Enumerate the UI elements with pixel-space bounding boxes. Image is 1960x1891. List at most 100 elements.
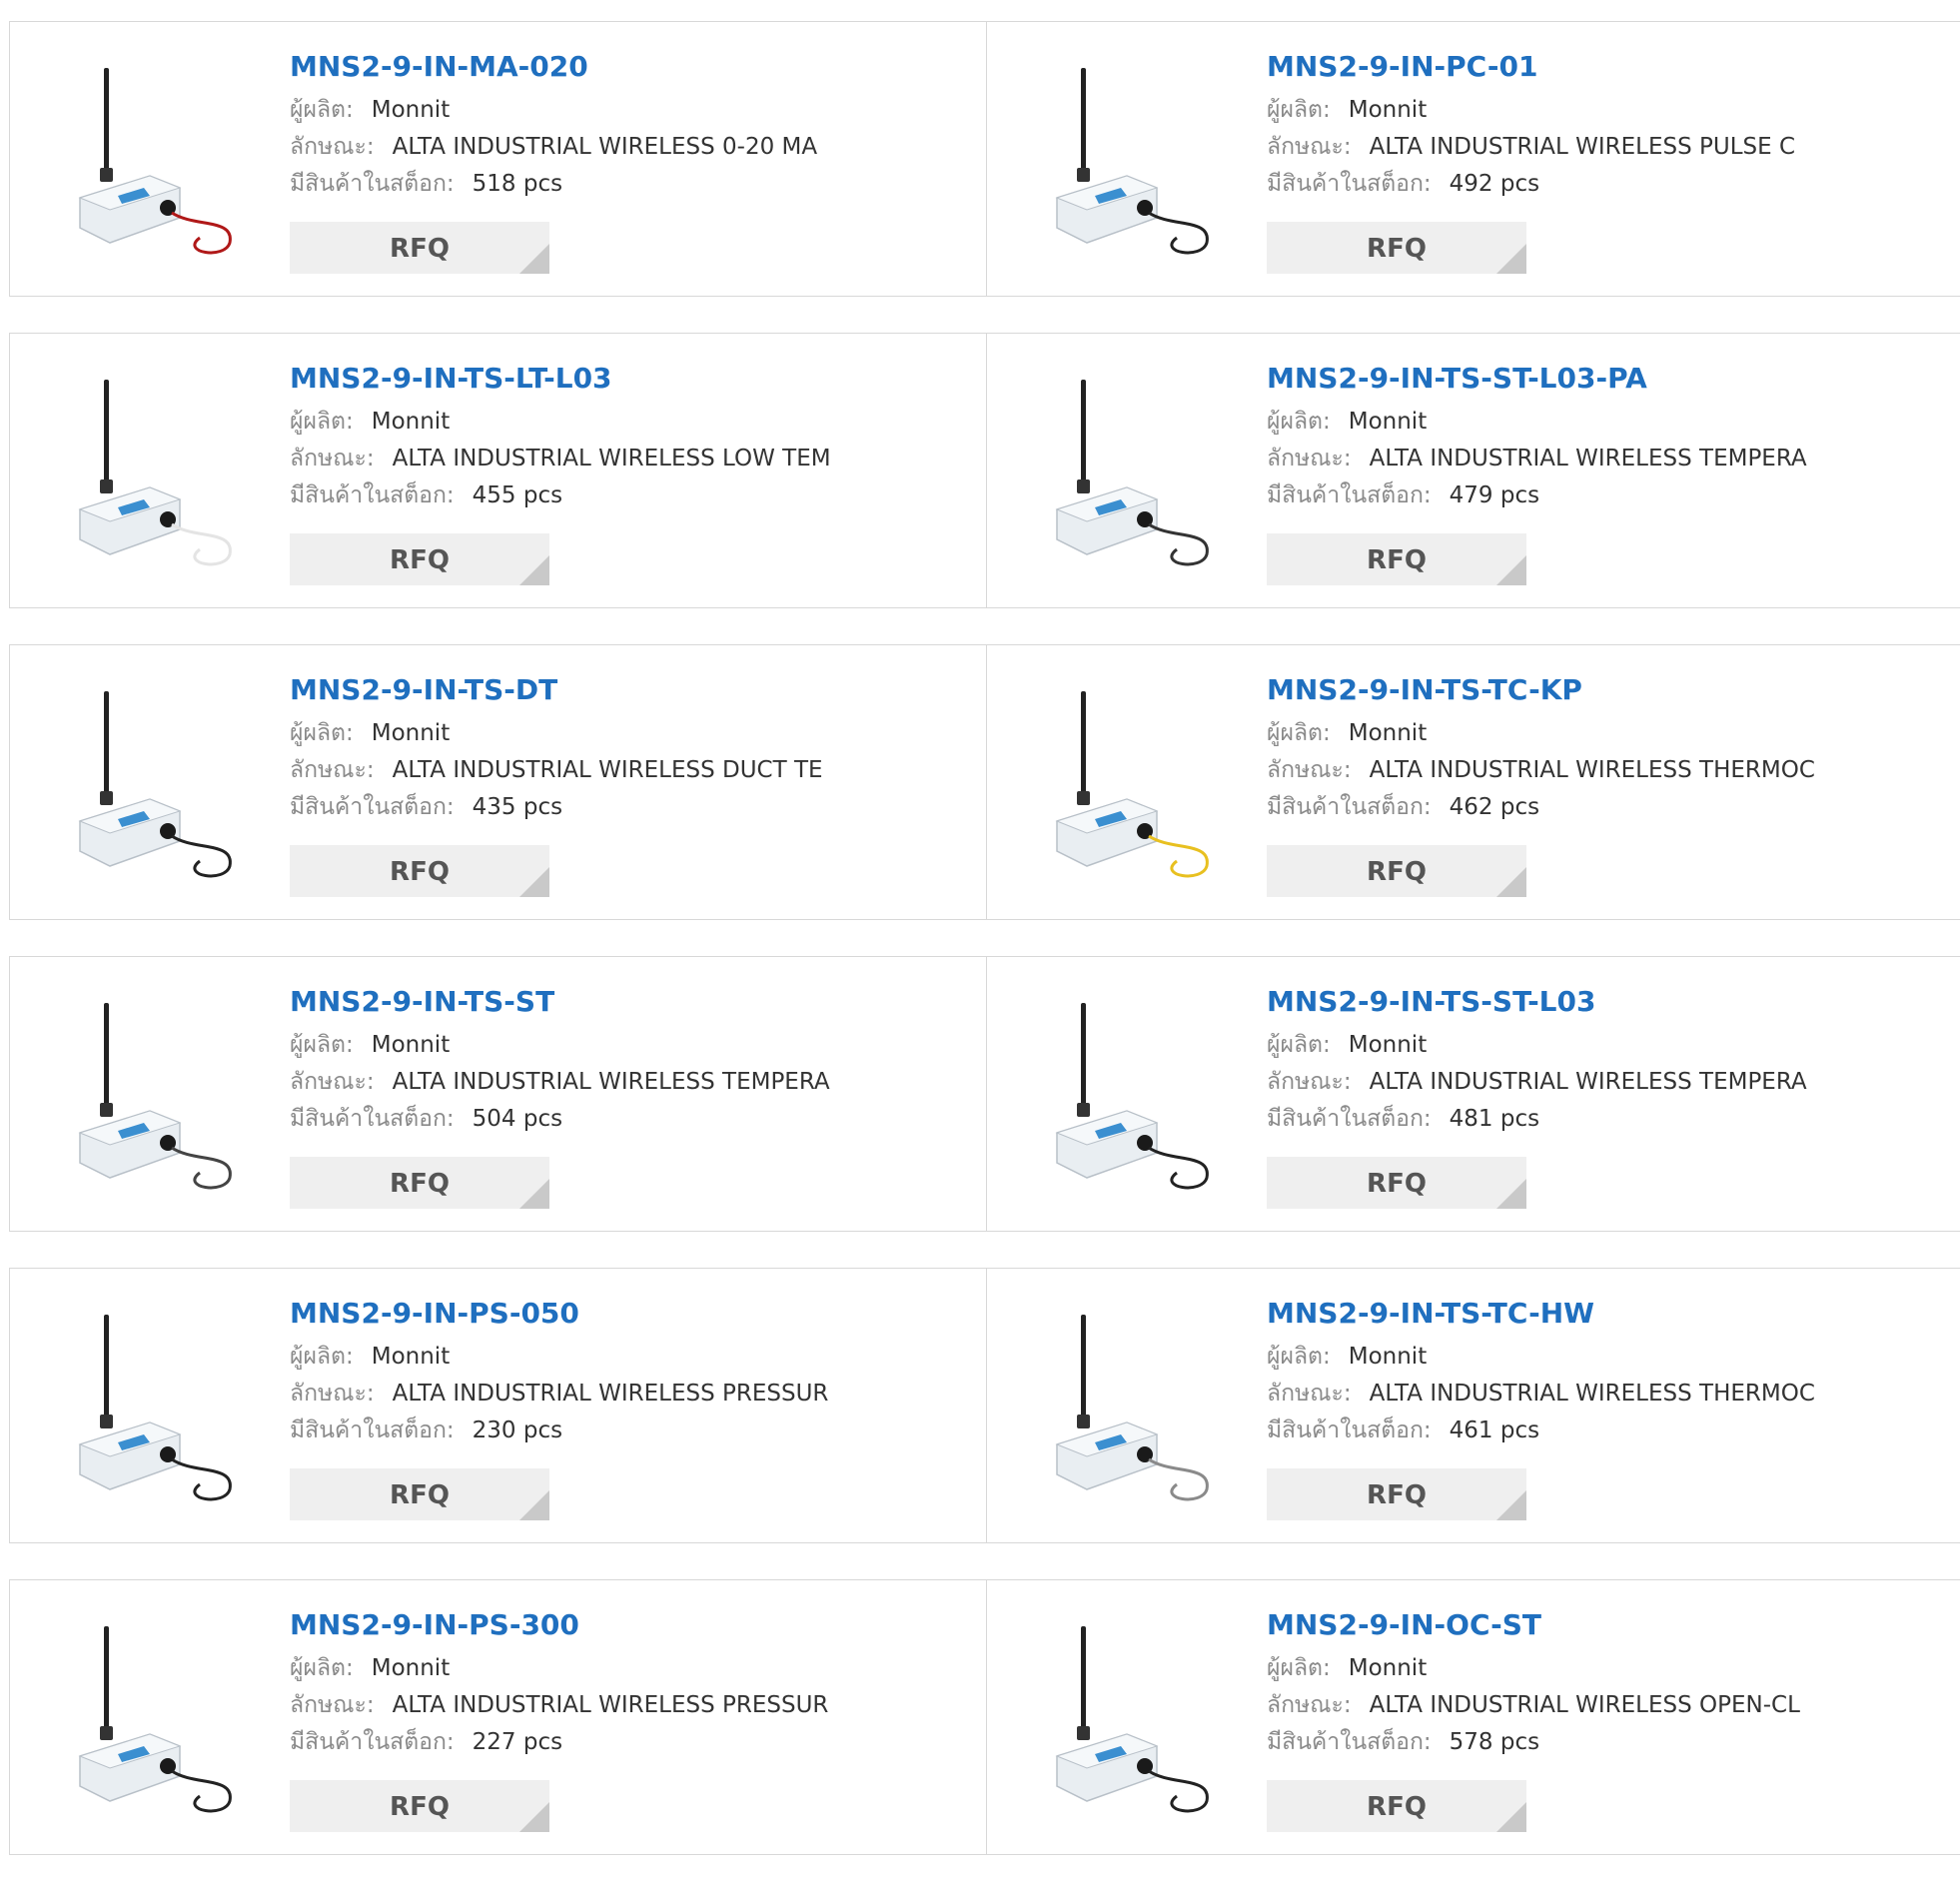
rfq-button[interactable]: RFQ bbox=[290, 1468, 549, 1520]
product-card: MNS2-9-IN-PC-01 ผู้ผลิต: Monnit ลักษณะ: AL… bbox=[987, 22, 1960, 296]
product-image[interactable] bbox=[1037, 671, 1233, 891]
product-card: MNS2-9-IN-PS-050 ผู้ผลิต: Monnit ลักษณะ: A… bbox=[10, 1269, 987, 1542]
product-info: MNS2-9-IN-PS-050 ผู้ผลิต: Monnit ลักษณะ: A… bbox=[290, 1297, 828, 1449]
rfq-label: RFQ bbox=[1367, 234, 1427, 264]
part-number-link[interactable]: MNS2-9-IN-TS-ST bbox=[290, 985, 830, 1019]
product-card: MNS2-9-IN-PS-300 ผู้ผลิต: Monnit ลักษณะ: A… bbox=[10, 1580, 987, 1854]
stock-value: 455 pcs bbox=[472, 482, 563, 508]
manufacturer-line: ผู้ผลิต: Monnit bbox=[290, 1339, 828, 1376]
rfq-button[interactable]: RFQ bbox=[290, 1780, 549, 1832]
product-image[interactable] bbox=[60, 1606, 256, 1826]
manufacturer-value: Monnit bbox=[1348, 1032, 1428, 1058]
rfq-button[interactable]: RFQ bbox=[1267, 533, 1526, 585]
product-image[interactable] bbox=[1037, 48, 1233, 268]
product-card: MNS2-9-IN-MA-020 ผู้ผลิต: Monnit ลักษณะ: A… bbox=[10, 22, 987, 296]
description-value: ALTA INDUSTRIAL WIRELESS TEMPERA bbox=[1369, 446, 1807, 472]
button-corner-decoration bbox=[1496, 1802, 1526, 1832]
product-image[interactable] bbox=[60, 1295, 256, 1514]
product-card: MNS2-9-IN-TS-TC-HW ผู้ผลิต: Monnit ลักษณะ… bbox=[987, 1269, 1960, 1542]
product-image[interactable] bbox=[60, 360, 256, 579]
stock-label: มีสินค้าในสต็อก: bbox=[1267, 1418, 1432, 1443]
manufacturer-value: Monnit bbox=[1348, 97, 1428, 123]
product-image[interactable] bbox=[60, 983, 256, 1203]
stock-label: มีสินค้าในสต็อก: bbox=[290, 482, 455, 508]
rfq-button[interactable]: RFQ bbox=[290, 533, 549, 585]
product-card: MNS2-9-IN-TS-DT ผู้ผลิต: Monnit ลักษณะ: AL… bbox=[10, 645, 987, 919]
rfq-label: RFQ bbox=[1367, 545, 1427, 575]
product-image[interactable] bbox=[1037, 360, 1233, 579]
description-value: ALTA INDUSTRIAL WIRELESS TEMPERA bbox=[392, 1069, 830, 1095]
product-info: MNS2-9-IN-TS-ST-L03-PA ผู้ผลิต: Monnit ลั… bbox=[1267, 362, 1807, 514]
rfq-label: RFQ bbox=[1367, 1480, 1427, 1510]
description-value: ALTA INDUSTRIAL WIRELESS THERMOC bbox=[1369, 757, 1815, 783]
part-number-link[interactable]: MNS2-9-IN-TS-LT-L03 bbox=[290, 362, 831, 396]
product-info: MNS2-9-IN-TS-ST-L03 ผู้ผลิต: Monnit ลักษณ… bbox=[1267, 985, 1807, 1138]
manufacturer-line: ผู้ผลิต: Monnit bbox=[1267, 715, 1815, 752]
stock-line: มีสินค้าในสต็อก: 227 pcs bbox=[290, 1724, 828, 1761]
stock-label: มีสินค้าในสต็อก: bbox=[1267, 171, 1432, 197]
product-card: MNS2-9-IN-TS-ST ผู้ผลิต: Monnit ลักษณะ: AL… bbox=[10, 957, 987, 1231]
rfq-button[interactable]: RFQ bbox=[1267, 1780, 1526, 1832]
rfq-button[interactable]: RFQ bbox=[290, 845, 549, 897]
product-image[interactable] bbox=[1037, 1295, 1233, 1514]
product-info: MNS2-9-IN-TS-ST ผู้ผลิต: Monnit ลักษณะ: AL… bbox=[290, 985, 830, 1138]
manufacturer-value: Monnit bbox=[1348, 1344, 1428, 1370]
rfq-button[interactable]: RFQ bbox=[1267, 1157, 1526, 1209]
part-number-link[interactable]: MNS2-9-IN-OC-ST bbox=[1267, 1608, 1800, 1642]
description-line: ลักษณะ: ALTA INDUSTRIAL WIRELESS LOW TEM bbox=[290, 441, 831, 477]
description-label: ลักษณะ: bbox=[290, 446, 375, 472]
product-info: MNS2-9-IN-PC-01 ผู้ผลิต: Monnit ลักษณะ: AL… bbox=[1267, 50, 1795, 203]
rfq-label: RFQ bbox=[390, 1480, 450, 1510]
part-number-link[interactable]: MNS2-9-IN-TS-ST-L03-PA bbox=[1267, 362, 1807, 396]
manufacturer-value: Monnit bbox=[1348, 720, 1428, 746]
stock-line: มีสินค้าในสต็อก: 455 pcs bbox=[290, 477, 831, 514]
rfq-button[interactable]: RFQ bbox=[290, 1157, 549, 1209]
part-number-link[interactable]: MNS2-9-IN-TS-TC-KP bbox=[1267, 673, 1815, 707]
product-image[interactable] bbox=[1037, 983, 1233, 1203]
stock-label: มีสินค้าในสต็อก: bbox=[1267, 482, 1432, 508]
manufacturer-label: ผู้ผลิต: bbox=[1267, 1032, 1331, 1058]
stock-value: 578 pcs bbox=[1449, 1729, 1540, 1755]
manufacturer-line: ผู้ผลิต: Monnit bbox=[290, 92, 817, 129]
stock-line: มีสินค้าในสต็อก: 435 pcs bbox=[290, 789, 823, 826]
stock-label: มีสินค้าในสต็อก: bbox=[290, 794, 455, 820]
product-image[interactable] bbox=[1037, 1606, 1233, 1826]
product-image[interactable] bbox=[60, 671, 256, 891]
stock-label: มีสินค้าในสต็อก: bbox=[290, 1729, 455, 1755]
part-number-link[interactable]: MNS2-9-IN-TS-ST-L03 bbox=[1267, 985, 1807, 1019]
description-line: ลักษณะ: ALTA INDUSTRIAL WIRELESS TEMPERA bbox=[1267, 1064, 1807, 1101]
manufacturer-value: Monnit bbox=[371, 97, 451, 123]
button-corner-decoration bbox=[1496, 1179, 1526, 1209]
product-row: MNS2-9-IN-PS-050 ผู้ผลิต: Monnit ลักษณะ: A… bbox=[9, 1268, 1960, 1543]
rfq-button[interactable]: RFQ bbox=[1267, 222, 1526, 274]
part-number-link[interactable]: MNS2-9-IN-PC-01 bbox=[1267, 50, 1795, 84]
button-corner-decoration bbox=[519, 1490, 549, 1520]
rfq-button[interactable]: RFQ bbox=[1267, 845, 1526, 897]
rfq-button[interactable]: RFQ bbox=[1267, 1468, 1526, 1520]
manufacturer-line: ผู้ผลิต: Monnit bbox=[290, 1650, 828, 1687]
stock-value: 479 pcs bbox=[1449, 482, 1540, 508]
description-line: ลักษณะ: ALTA INDUSTRIAL WIRELESS TEMPERA bbox=[1267, 441, 1807, 477]
stock-line: มีสินค้าในสต็อก: 462 pcs bbox=[1267, 789, 1815, 826]
part-number-link[interactable]: MNS2-9-IN-TS-TC-HW bbox=[1267, 1297, 1815, 1331]
rfq-button[interactable]: RFQ bbox=[290, 222, 549, 274]
rfq-label: RFQ bbox=[390, 234, 450, 264]
product-row: MNS2-9-IN-PS-300 ผู้ผลิต: Monnit ลักษณะ: A… bbox=[9, 1579, 1960, 1855]
description-value: ALTA INDUSTRIAL WIRELESS THERMOC bbox=[1369, 1381, 1815, 1407]
product-image[interactable] bbox=[60, 48, 256, 268]
part-number-link[interactable]: MNS2-9-IN-MA-020 bbox=[290, 50, 817, 84]
part-number-link[interactable]: MNS2-9-IN-PS-300 bbox=[290, 1608, 828, 1642]
manufacturer-label: ผู้ผลิต: bbox=[1267, 720, 1331, 746]
description-value: ALTA INDUSTRIAL WIRELESS 0-20 MA bbox=[392, 134, 818, 160]
part-number-link[interactable]: MNS2-9-IN-PS-050 bbox=[290, 1297, 828, 1331]
product-row: MNS2-9-IN-TS-DT ผู้ผลิต: Monnit ลักษณะ: AL… bbox=[9, 644, 1960, 920]
manufacturer-line: ผู้ผลิต: Monnit bbox=[290, 715, 823, 752]
description-line: ลักษณะ: ALTA INDUSTRIAL WIRELESS PULSE C bbox=[1267, 129, 1795, 166]
part-number-link[interactable]: MNS2-9-IN-TS-DT bbox=[290, 673, 823, 707]
manufacturer-line: ผู้ผลิต: Monnit bbox=[1267, 1339, 1815, 1376]
stock-line: มีสินค้าในสต็อก: 578 pcs bbox=[1267, 1724, 1800, 1761]
manufacturer-label: ผู้ผลิต: bbox=[1267, 1655, 1331, 1681]
stock-line: มีสินค้าในสต็อก: 504 pcs bbox=[290, 1101, 830, 1138]
description-label: ลักษณะ: bbox=[1267, 1069, 1352, 1095]
rfq-label: RFQ bbox=[1367, 1792, 1427, 1822]
